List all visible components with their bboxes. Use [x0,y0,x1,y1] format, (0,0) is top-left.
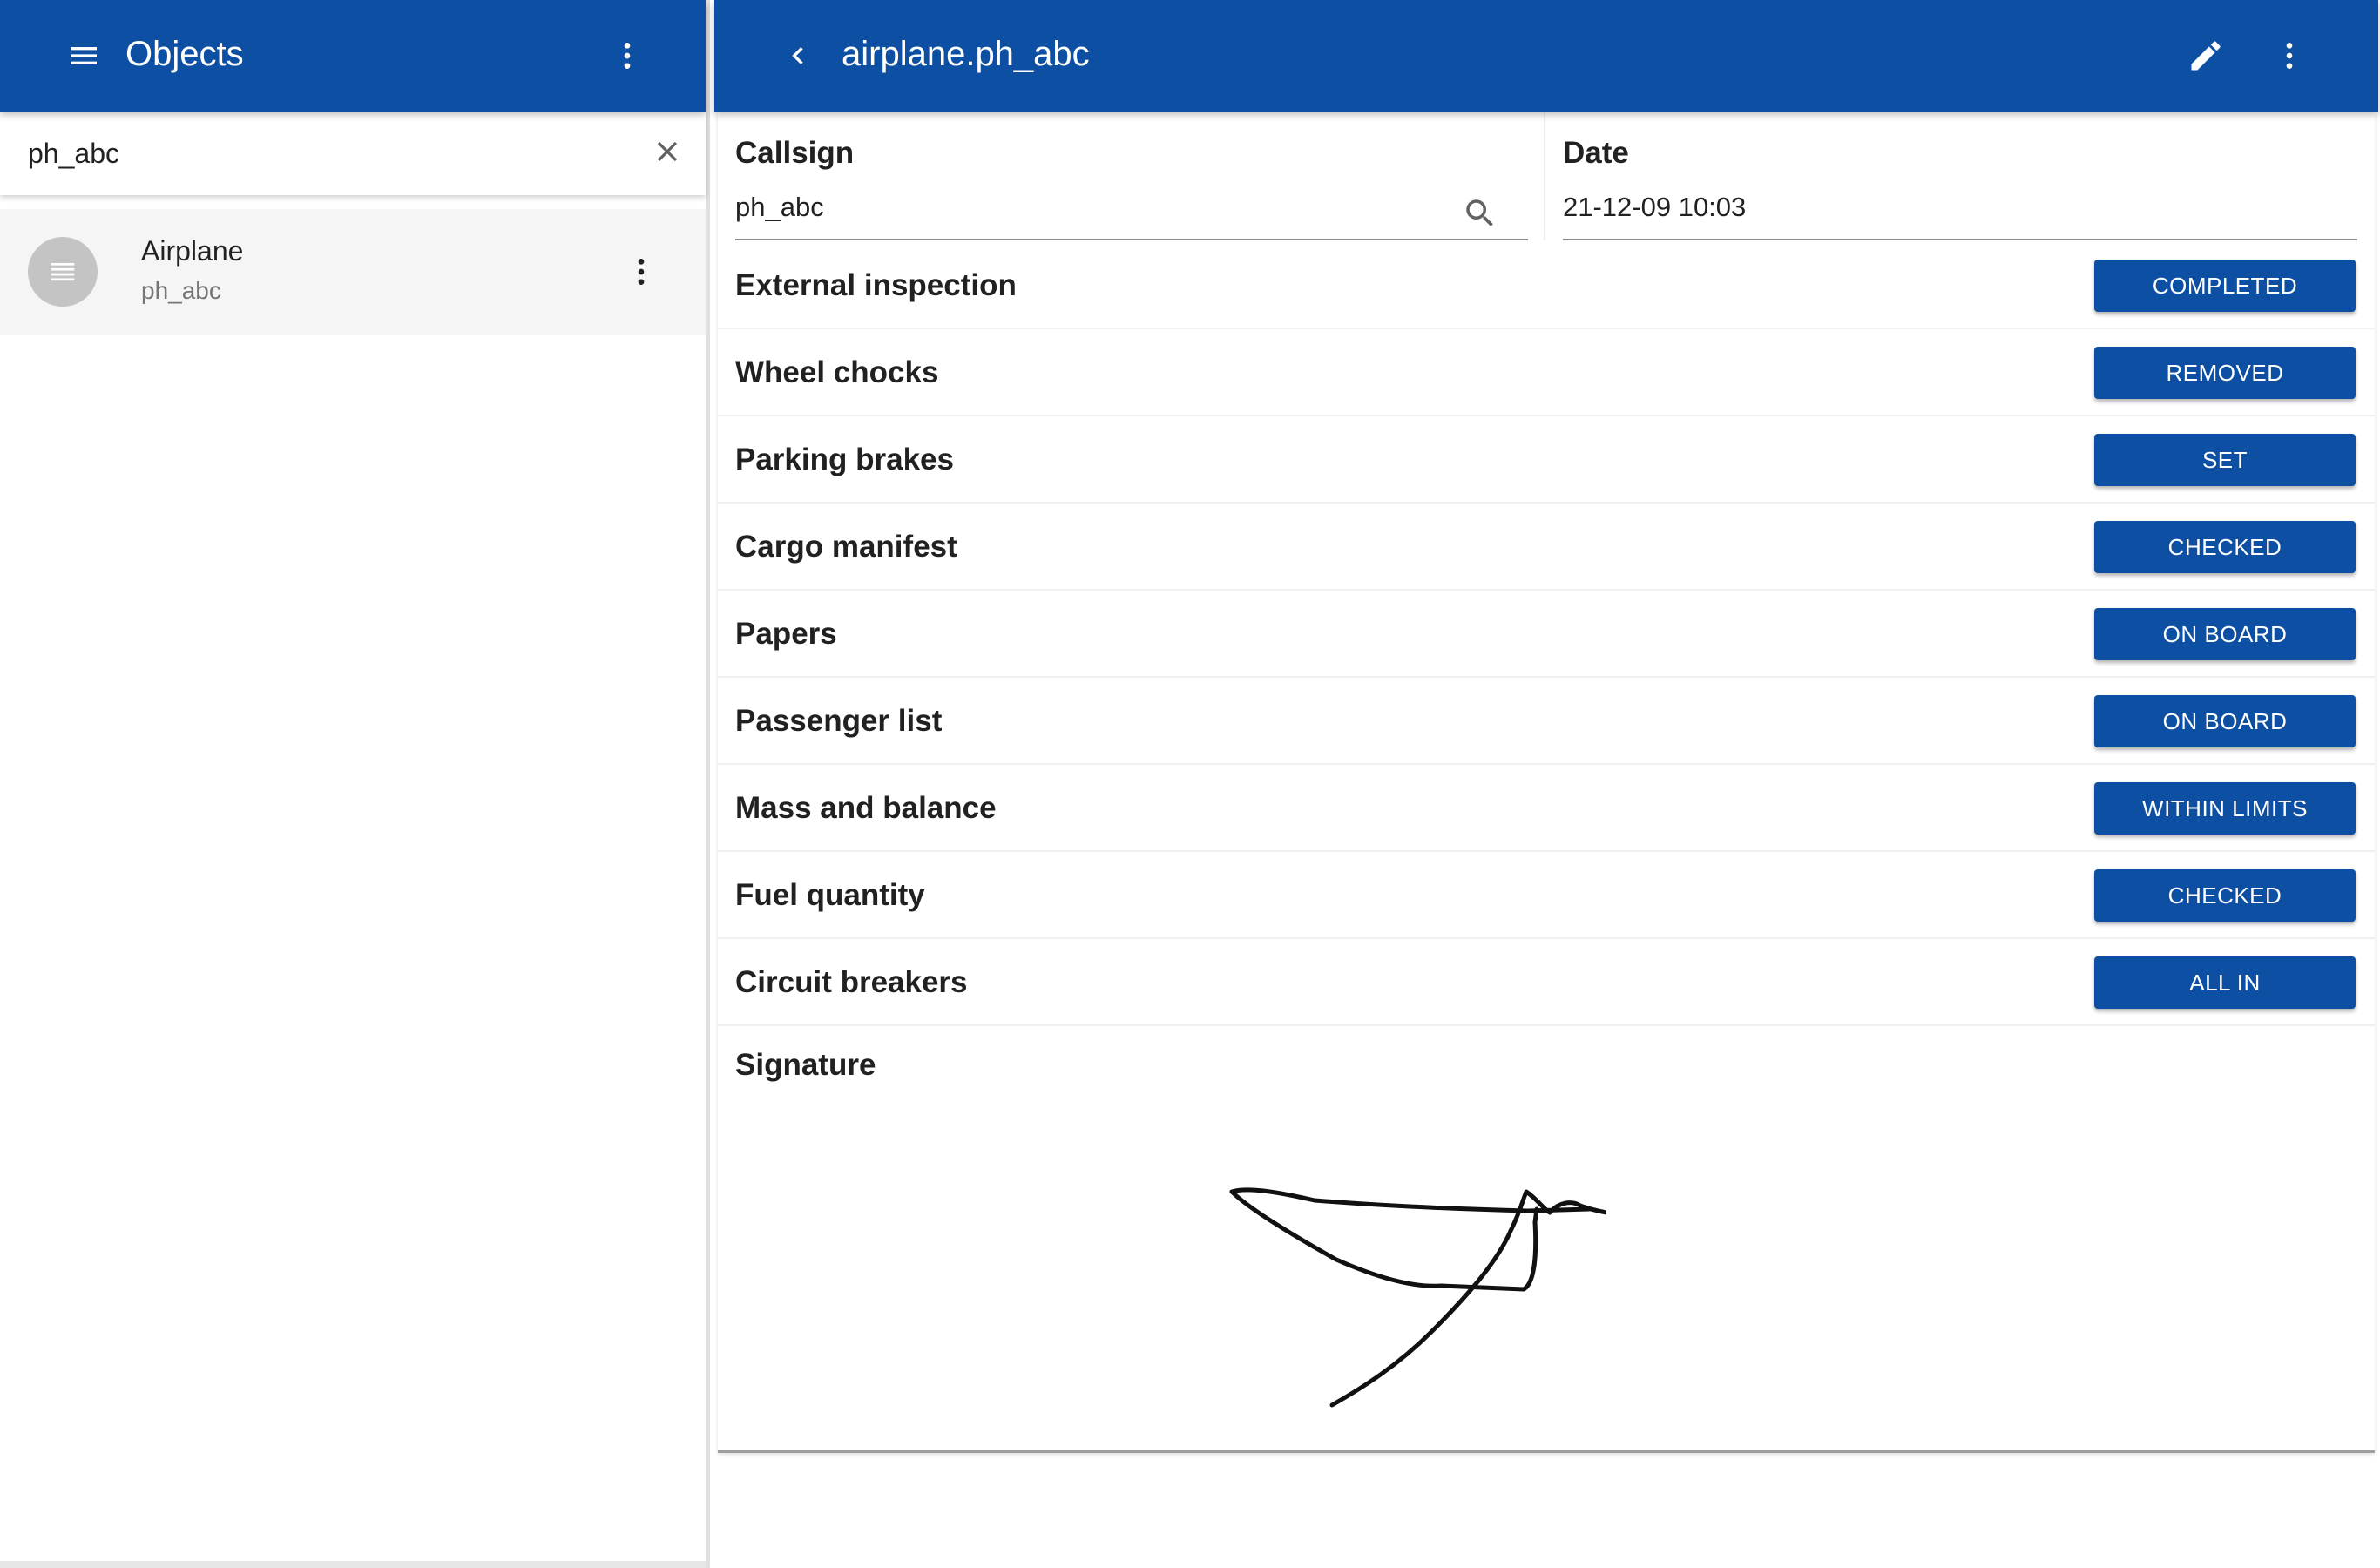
status-button[interactable]: REMOVED [2094,347,2356,399]
more-vert-icon[interactable] [615,246,667,298]
search-input[interactable] [28,131,620,176]
objects-app-bar: Objects [0,0,706,112]
check-row-external-inspection: External inspection COMPLETED [718,242,2375,329]
signature-label: Signature [735,1048,876,1082]
date-field[interactable]: Date 21-12-09 10:03 [1545,112,2373,240]
check-row-circuit-breakers: Circuit breakers ALL IN [718,939,2375,1026]
objects-title: Objects [125,35,244,73]
date-value[interactable]: 21-12-09 10:03 [1563,192,1746,223]
object-detail-panel: airplane.ph_abc Callsign ph_abc Date 21-… [714,0,2380,1568]
check-label: Parking brakes [735,443,954,476]
menu-icon[interactable] [57,30,110,82]
status-button[interactable]: CHECKED [2094,521,2356,573]
panel-bottom-edge [0,1561,706,1568]
check-label: Fuel quantity [735,878,925,912]
check-row-fuel-quantity: Fuel quantity CHECKED [718,852,2375,939]
check-row-cargo-manifest: Cargo manifest CHECKED [718,504,2375,591]
check-label: Passenger list [735,704,943,738]
detail-app-bar: airplane.ph_abc [714,0,2378,112]
status-button[interactable]: COMPLETED [2094,260,2356,312]
more-vert-icon[interactable] [601,30,653,82]
object-search-bar [0,112,706,195]
status-button[interactable]: SET [2094,434,2356,486]
check-label: Wheel chocks [735,355,939,389]
check-row-wheel-chocks: Wheel chocks REMOVED [718,329,2375,416]
callsign-value[interactable]: ph_abc [735,192,824,223]
check-row-parking-brakes: Parking brakes SET [718,416,2375,504]
pencil-icon[interactable] [2178,28,2234,84]
status-button[interactable]: ON BOARD [2094,695,2356,747]
callsign-underline [735,239,1528,240]
status-button[interactable]: ON BOARD [2094,608,2356,660]
list-item-title: Airplane [141,235,244,267]
date-label: Date [1563,136,1629,170]
check-row-mass-and-balance: Mass and balance WITHIN LIMITS [718,765,2375,852]
status-button[interactable]: CHECKED [2094,869,2356,922]
checklist-form: Callsign ph_abc Date 21-12-09 10:03 Exte… [718,112,2375,1453]
close-icon[interactable] [643,127,692,176]
list-icon [28,237,98,307]
chevron-left-icon[interactable] [772,30,824,82]
check-label: Cargo manifest [735,530,957,564]
more-vert-icon[interactable] [2263,30,2316,82]
check-label: Papers [735,617,837,651]
list-item[interactable]: Airplane ph_abc [0,209,706,335]
status-button[interactable]: ALL IN [2094,956,2356,1009]
date-underline [1563,239,2357,240]
status-button[interactable]: WITHIN LIMITS [2094,782,2356,835]
objects-panel: Objects Airplane ph_abc [0,0,710,1568]
callsign-label: Callsign [735,136,855,170]
check-row-passenger-list: Passenger list ON BOARD [718,678,2375,765]
list-item-subtitle: ph_abc [141,277,221,304]
check-label: External inspection [735,268,1017,302]
signature-drawing[interactable] [1153,1148,1606,1409]
check-row-papers: Papers ON BOARD [718,591,2375,678]
check-label: Mass and balance [735,791,997,825]
callsign-field[interactable]: Callsign ph_abc [718,112,1531,240]
search-icon[interactable] [1458,192,1502,235]
check-label: Circuit breakers [735,965,968,999]
detail-title: airplane.ph_abc [842,35,1090,73]
